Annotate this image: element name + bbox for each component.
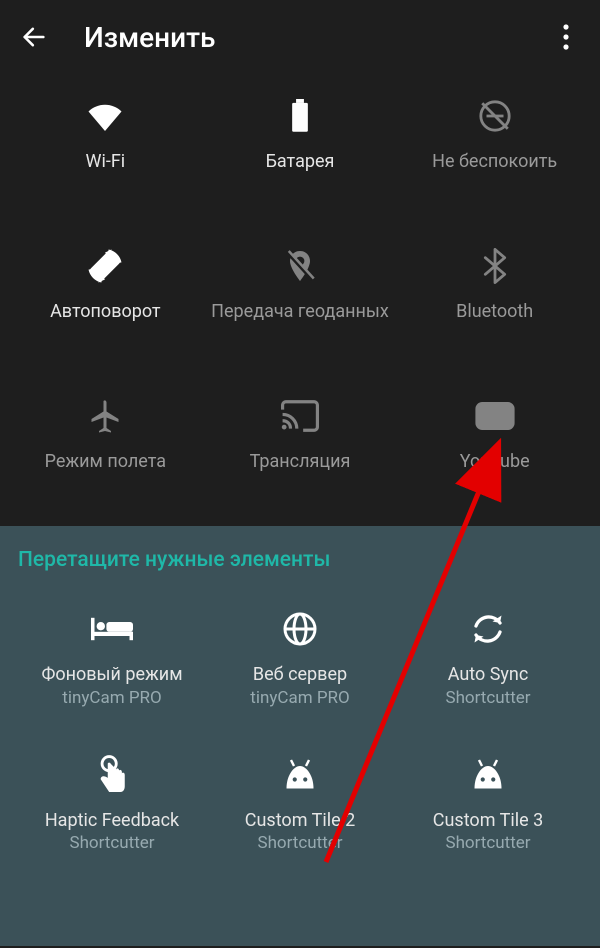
tile-wifi[interactable]: Wi-Fi — [8, 96, 203, 196]
tile-battery[interactable]: Батарея — [203, 96, 398, 196]
bed-icon — [91, 608, 133, 650]
tile-airplane[interactable]: Режим полета — [8, 396, 203, 496]
tile-label: Custom Tile 3 — [433, 810, 543, 832]
available-tile-custom2[interactable]: Custom Tile 2 Shortcutter — [206, 754, 394, 854]
wifi-icon — [85, 96, 125, 136]
tile-cast[interactable]: Трансляция — [203, 396, 398, 496]
tile-label: Автоповорот — [50, 300, 161, 323]
available-tile-autosync[interactable]: Auto Sync Shortcutter — [394, 608, 582, 708]
back-icon[interactable] — [20, 23, 48, 51]
available-tile-background[interactable]: Фоновый режим tinyCam PRO — [18, 608, 206, 708]
tile-label: Трансляция — [250, 450, 351, 473]
available-tile-haptic[interactable]: Haptic Feedback Shortcutter — [18, 754, 206, 854]
android-icon — [279, 754, 321, 796]
tile-label: Не беспокоить — [432, 150, 557, 173]
touch-icon — [91, 754, 133, 796]
tile-location[interactable]: Передача геоданных — [203, 246, 398, 346]
tile-label: Режим полета — [45, 450, 166, 473]
tile-label: YouTube — [460, 450, 530, 473]
tile-label: Wi-Fi — [86, 150, 126, 173]
sync-icon — [467, 608, 509, 650]
autorotate-icon — [85, 246, 125, 286]
tile-autorotate[interactable]: Автоповорот — [8, 246, 203, 346]
tile-sublabel: Shortcutter — [69, 833, 154, 853]
tile-label: Custom Tile 2 — [245, 810, 355, 832]
page-title: Изменить — [84, 21, 552, 54]
tile-label: Auto Sync — [448, 664, 529, 686]
youtube-icon — [475, 396, 515, 436]
more-icon[interactable] — [552, 23, 580, 51]
location-off-icon — [280, 246, 320, 286]
tile-sublabel: tinyCam PRO — [62, 688, 161, 708]
bluetooth-icon — [475, 246, 515, 286]
tile-label: Передача геоданных — [211, 300, 389, 323]
available-tile-webserver[interactable]: Веб сервер tinyCam PRO — [206, 608, 394, 708]
tile-label: Веб сервер — [253, 664, 347, 686]
tile-sublabel: tinyCam PRO — [250, 688, 349, 708]
available-tiles-grid: Фоновый режим tinyCam PRO Веб сервер tin… — [18, 608, 582, 853]
cast-icon — [280, 396, 320, 436]
header: Изменить — [0, 0, 600, 72]
tile-label: Батарея — [266, 150, 335, 173]
do-not-disturb-icon — [475, 96, 515, 136]
available-tile-custom3[interactable]: Custom Tile 3 Shortcutter — [394, 754, 582, 854]
airplane-icon — [85, 396, 125, 436]
tile-label: Фоновый режим — [41, 664, 182, 686]
drag-hint: Перетащите нужные элементы — [18, 548, 582, 572]
tile-sublabel: Shortcutter — [257, 833, 342, 853]
tile-sublabel: Shortcutter — [445, 833, 530, 853]
tile-youtube[interactable]: YouTube — [397, 396, 592, 496]
available-tiles-section: Перетащите нужные элементы Фоновый режим… — [0, 526, 600, 946]
tile-bluetooth[interactable]: Bluetooth — [397, 246, 592, 346]
globe-icon — [279, 608, 321, 650]
tile-sublabel: Shortcutter — [445, 688, 530, 708]
tile-label: Bluetooth — [456, 300, 533, 323]
tile-dnd[interactable]: Не беспокоить — [397, 96, 592, 196]
tile-label: Haptic Feedback — [45, 810, 179, 832]
active-tiles-grid: Wi-Fi Батарея Не беспокоить Автоповорот … — [0, 72, 600, 526]
battery-icon — [280, 96, 320, 136]
android-icon — [467, 754, 509, 796]
